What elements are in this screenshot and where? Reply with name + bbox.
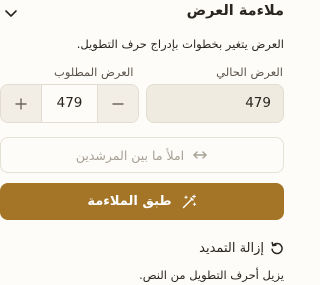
- current-width-label: العرض الحالي: [216, 65, 283, 79]
- remove-stretch-label: إزالة التمديد: [199, 240, 264, 256]
- fill-between-guides-button[interactable]: املأ ما بين المرشدين: [0, 137, 284, 173]
- magic-wand-icon: [182, 193, 196, 208]
- remove-stretch-button[interactable]: إزالة التمديد: [199, 238, 284, 258]
- increment-button[interactable]: [1, 85, 42, 122]
- panel-description: العرض يتغير بخطوات بإدراج حرف التطويل.: [76, 37, 284, 51]
- target-width-label: العرض المطلوب: [54, 65, 134, 79]
- undo-icon: [271, 241, 283, 255]
- apply-fit-button[interactable]: طبق الملاءمة: [0, 183, 284, 220]
- current-width-field: 479: [146, 84, 284, 123]
- minus-icon: [112, 102, 124, 105]
- target-width-stepper[interactable]: 479: [0, 84, 139, 123]
- plus-icon: [15, 97, 27, 110]
- decrement-button[interactable]: [97, 85, 138, 122]
- panel-header[interactable]: ملاءمة العرض: [0, 0, 284, 30]
- panel-title: ملاءمة العرض: [186, 3, 284, 19]
- arrows-left-right-icon: [193, 151, 207, 159]
- fill-between-guides-label: املأ ما بين المرشدين: [75, 147, 185, 163]
- current-width-value: 479: [245, 95, 271, 111]
- apply-fit-label: طبق الملاءمة: [87, 194, 172, 209]
- target-width-input[interactable]: 479: [42, 85, 97, 122]
- chevron-down-icon[interactable]: [4, 6, 18, 20]
- remove-stretch-description: يزيل أحرف التطويل من النص.: [139, 268, 284, 282]
